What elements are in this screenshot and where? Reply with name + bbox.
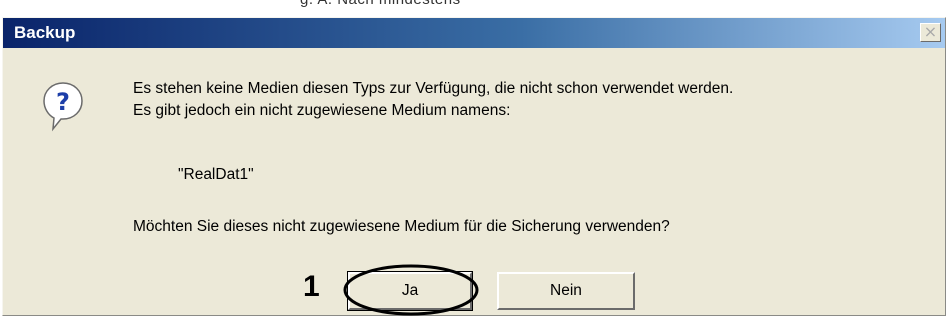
dialog-title: Backup (14, 23, 76, 42)
annotation-number: 1 (303, 270, 320, 303)
question-icon: ? (43, 82, 83, 132)
close-button[interactable]: × (920, 23, 941, 42)
title-bar[interactable]: Backup × (3, 18, 945, 48)
medium-name: "RealDat1" (178, 166, 254, 183)
yes-button-label: Ja (401, 282, 419, 299)
message-line-2: Es gibt jedoch ein nicht zugewiesene Med… (133, 102, 511, 119)
backup-dialog: Backup × ? Es stehen keine Medien diesen… (2, 17, 946, 316)
screen: g. A. Nach mindestens Backup × ? Es steh… (0, 0, 948, 318)
close-icon: × (923, 22, 938, 41)
question-text: Möchten Sie dieses nicht zugewiesene Med… (133, 218, 670, 235)
background-text: g. A. Nach mindestens (300, 0, 461, 8)
svg-text:?: ? (56, 88, 70, 116)
no-button[interactable]: Nein (497, 272, 635, 310)
yes-button[interactable]: Ja (347, 271, 473, 311)
message-text: Es stehen keine Medien diesen Typs zur V… (133, 78, 733, 122)
no-button-label: Nein (550, 282, 582, 299)
message-line-1: Es stehen keine Medien diesen Typs zur V… (133, 80, 734, 97)
